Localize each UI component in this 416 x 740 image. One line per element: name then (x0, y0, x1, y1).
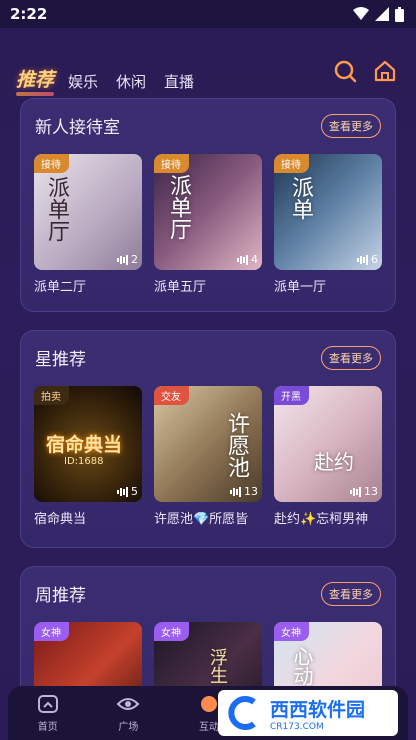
view-more-button[interactable]: 查看更多 (321, 113, 381, 138)
watermark: 西西软件园 CR173.COM (218, 690, 398, 736)
listener-count: 13 (230, 485, 258, 498)
status-icons (353, 6, 404, 22)
room-cover-image: 交友 许愿池 13 (154, 386, 262, 502)
view-more-button[interactable]: 查看更多 (321, 345, 381, 370)
room-card[interactable]: 接待 派单厅 2 派单二厅 (34, 154, 142, 295)
tab-live[interactable]: 直播 (164, 71, 194, 98)
room-tag: 女神 (274, 622, 309, 641)
watermark-text: 西西软件园 (270, 698, 366, 721)
room-name: 派单一厅 (274, 280, 327, 295)
home-icon[interactable] (372, 58, 398, 84)
cover-art-id: ID:1688 (64, 456, 104, 467)
room-cover-image: 拍卖 宿命典当 ID:1688 5 (34, 386, 142, 502)
cover-art-text: 宿命典当 (46, 434, 123, 456)
room-tag: 接待 (274, 154, 309, 173)
room-tag: 开黑 (274, 386, 309, 405)
section-title: 周推荐 (35, 586, 86, 606)
audio-wave-icon (357, 254, 368, 265)
watermark-sub: CR173.COM (270, 721, 324, 732)
room-name: 派单五厅 (154, 280, 207, 295)
room-tag: 接待 (154, 154, 189, 173)
room-tag: 女神 (34, 622, 69, 641)
view-more-button[interactable]: 查看更多 (321, 581, 381, 606)
room-cover-image: 接待 派单厅 4 (154, 154, 262, 270)
audio-wave-icon (117, 486, 128, 497)
cover-art-text: 浮生 (207, 648, 228, 684)
room-tag: 交友 (154, 386, 189, 405)
cover-art-text: 派单 (288, 176, 313, 220)
tab-recommend[interactable]: 推荐 (16, 65, 55, 98)
audio-wave-icon (230, 486, 241, 497)
room-tag: 接待 (34, 154, 69, 173)
tab-leisure[interactable]: 休闲 (116, 71, 146, 98)
room-card[interactable]: 拍卖 宿命典当 ID:1688 5 宿命典当 (34, 386, 142, 527)
search-icon[interactable] (332, 58, 358, 84)
audio-wave-icon (117, 254, 128, 265)
section-newcomer-reception: 新人接待室 查看更多 接待 派单厅 2 派单二厅 接待 派单厅 4 派单五厅 接… (20, 98, 396, 312)
status-time: 2:22 (10, 5, 48, 23)
listener-count: 5 (117, 485, 138, 498)
room-cover-image: 接待 派单 6 (274, 154, 382, 270)
room-tag: 拍卖 (34, 386, 69, 405)
room-card[interactable]: 交友 许愿池 13 许愿池💎所愿皆 (154, 386, 262, 527)
top-tab-bar: 推荐 娱乐 休闲 直播 (0, 54, 416, 98)
wifi-icon (353, 7, 369, 20)
watermark-logo-icon (228, 696, 256, 730)
home-nav-icon (37, 695, 58, 713)
room-cover-image: 接待 派单厅 2 (34, 154, 142, 270)
section-title: 星推荐 (35, 350, 86, 370)
cover-art-text: 赴约 (314, 450, 354, 474)
audio-wave-icon (350, 486, 361, 497)
room-cover-image: 开黑 赴约 13 (274, 386, 382, 502)
nav-interact[interactable]: 互动 (198, 693, 220, 733)
nav-plaza[interactable]: 广场 (116, 693, 140, 733)
room-name: 宿命典当 (34, 512, 87, 527)
room-name: 许愿池💎所愿皆 (154, 512, 249, 527)
signal-icon (375, 7, 389, 21)
cover-art-text: 派单厅 (44, 176, 69, 242)
room-name: 派单二厅 (34, 280, 87, 295)
cover-art-text: 派单厅 (166, 174, 191, 240)
cover-art-text: 许愿池 (224, 412, 249, 478)
battery-icon (395, 6, 404, 22)
listener-count: 13 (350, 485, 378, 498)
room-name: 赴约✨忘柯男神 (274, 512, 369, 527)
audio-wave-icon (237, 254, 248, 265)
listener-count: 4 (237, 253, 258, 266)
tab-entertainment[interactable]: 娱乐 (68, 71, 98, 98)
room-card[interactable]: 开黑 赴约 13 赴约✨忘柯男神 (274, 386, 382, 527)
status-bar: 2:22 (0, 0, 416, 28)
eye-icon (116, 698, 140, 710)
room-card[interactable]: 接待 派单厅 4 派单五厅 (154, 154, 262, 295)
listener-count: 2 (117, 253, 138, 266)
section-star-recommend: 星推荐 查看更多 拍卖 宿命典当 ID:1688 5 宿命典当 交友 许愿池 1… (20, 330, 396, 548)
nav-home[interactable]: 首页 (37, 693, 59, 733)
listener-count: 6 (357, 253, 378, 266)
room-card[interactable]: 接待 派单 6 派单一厅 (274, 154, 382, 295)
cover-art-text: 心动 (290, 646, 314, 686)
room-tag: 女神 (154, 622, 189, 641)
section-title: 新人接待室 (35, 118, 120, 138)
interact-icon (200, 696, 217, 712)
